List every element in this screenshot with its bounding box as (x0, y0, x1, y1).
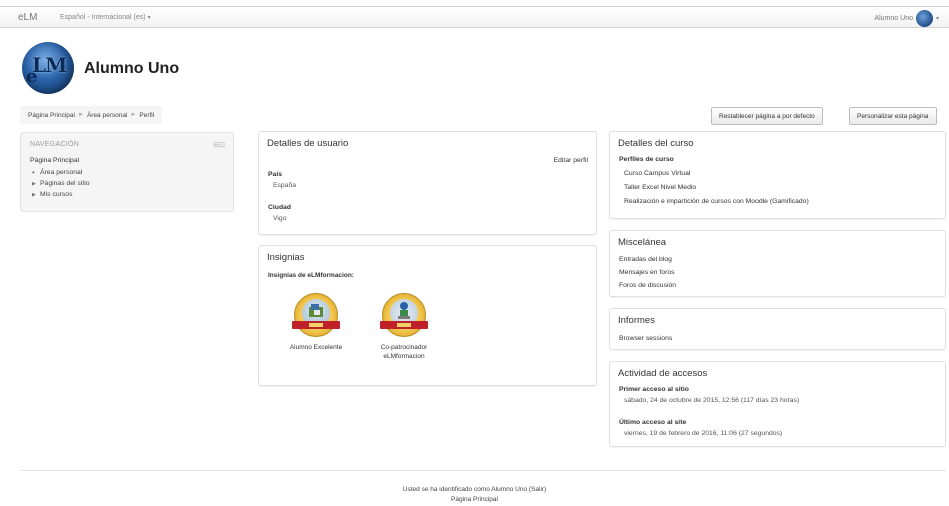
nav-item-label: Área personal (40, 169, 83, 176)
navigation-block-title: NAVEGACIÓN (30, 141, 80, 148)
nav-item-home[interactable]: Página Principal (30, 157, 79, 164)
breadcrumb-profile[interactable]: Perfil (139, 112, 154, 119)
language-caret-icon: ▾ (147, 15, 151, 21)
language-selector[interactable]: Español - Internacional (es) ▾ (60, 14, 151, 21)
user-menu[interactable]: Alumno Uno ▾ (874, 9, 939, 27)
city-value: Vigo (273, 215, 287, 222)
expand-arrow-icon: ▶ (32, 180, 36, 187)
site-brand[interactable]: eLM (18, 12, 37, 23)
footer-home-link[interactable]: Página Principal (0, 496, 949, 503)
badge-name: Co-patrocinador (380, 344, 428, 351)
reports-card: Informes Browser sessions (609, 308, 946, 350)
footer-divider (20, 470, 946, 471)
reports-title: Informes (618, 315, 655, 326)
badge-name-line2: eLMformacion (383, 353, 425, 360)
profile-avatar: LM e (22, 42, 74, 94)
user-avatar-icon (915, 9, 933, 27)
page-title: Alumno Uno (84, 60, 180, 77)
nav-item-label: Páginas del sitio (40, 180, 90, 187)
course-link[interactable]: Taller Excel Nivel Medio (624, 184, 696, 191)
country-value: España (273, 182, 297, 189)
badge-name: Alumno Excelente (289, 344, 343, 351)
course-link[interactable]: Curso Campus Virtual (624, 170, 690, 177)
badge-medal-icon (380, 291, 428, 339)
bullet-icon: • (32, 167, 35, 177)
footer-login-info[interactable]: Usted se ha identificado como Alumno Uno… (0, 486, 949, 493)
badge-medal-icon (292, 291, 340, 339)
nav-item-label: Mis cursos (40, 191, 73, 198)
misc-title: Miscelánea (618, 237, 667, 248)
badges-card: Insignias Insignias de eLMformacion: Alu… (258, 245, 597, 386)
user-details-title: Detalles de usuario (267, 138, 349, 149)
badges-subtitle: Insignias de eLMformacion: (268, 272, 354, 279)
first-access-value: sábado, 24 de octubre de 2015, 12:56 (11… (624, 397, 800, 404)
top-navbar: eLM Español - Internacional (es) ▾ Alumn… (0, 6, 949, 28)
course-details-card: Detalles del curso Perfiles de curso Cur… (609, 131, 946, 219)
nav-item-personal-area[interactable]: • Área personal (32, 167, 83, 177)
first-access-label: Primer acceso al sitio (619, 386, 689, 393)
badge-item[interactable]: Alumno Excelente (281, 291, 351, 352)
user-menu-name: Alumno Uno (874, 14, 913, 22)
customize-page-button[interactable]: Personalizar esta página (849, 107, 937, 125)
course-link[interactable]: Realización e impartición de cursos con … (624, 198, 809, 205)
misc-card: Miscelánea Entradas del blog Mensajes en… (609, 230, 946, 297)
breadcrumb-personal-area[interactable]: Área personal (87, 112, 127, 119)
badges-title: Insignias (267, 252, 305, 263)
browser-sessions-link[interactable]: Browser sessions (619, 335, 672, 342)
breadcrumb-separator-icon: ► (77, 112, 84, 118)
breadcrumb-home[interactable]: Página Principal (28, 112, 75, 119)
badge-item[interactable]: Co-patrocinador eLMformacion (369, 291, 439, 361)
user-menu-caret-icon: ▾ (935, 15, 939, 22)
access-activity-card: Actividad de accesos Primer acceso al si… (609, 361, 946, 447)
country-label: País (268, 171, 282, 178)
nav-item-site-pages[interactable]: ▶ Páginas del sitio (32, 180, 90, 187)
avatar-logo-e: e (26, 66, 38, 87)
forum-discussions-link[interactable]: Foros de discusión (619, 282, 676, 289)
block-dock-icon[interactable]: ⊟⊡ (213, 141, 225, 149)
access-activity-title: Actividad de accesos (618, 368, 708, 379)
breadcrumb: Página Principal ► Área personal ► Perfi… (20, 106, 163, 124)
nav-item-my-courses[interactable]: ▶ Mis cursos (32, 191, 72, 198)
city-label: Ciudad (268, 204, 292, 211)
last-access-label: Último acceso al site (619, 419, 687, 426)
breadcrumb-separator-icon: ► (130, 112, 137, 118)
user-details-card: Detalles de usuario Editar perfil País E… (258, 131, 597, 235)
blog-entries-link[interactable]: Entradas del blog (619, 256, 672, 263)
last-access-value: viernes, 19 de febrero de 2016, 11:06 (2… (624, 430, 783, 437)
reset-page-button[interactable]: Restablecer página a por defecto (711, 107, 823, 125)
expand-arrow-icon: ▶ (32, 191, 36, 198)
language-label: Español - Internacional (es) (60, 14, 146, 21)
navigation-block: NAVEGACIÓN ⊟⊡ Página Principal • Área pe… (20, 132, 234, 212)
forum-posts-link[interactable]: Mensajes en foros (619, 269, 675, 276)
course-profiles-label: Perfiles de curso (619, 156, 674, 163)
course-details-title: Detalles del curso (618, 138, 694, 149)
edit-profile-link[interactable]: Editar perfil (554, 157, 588, 164)
